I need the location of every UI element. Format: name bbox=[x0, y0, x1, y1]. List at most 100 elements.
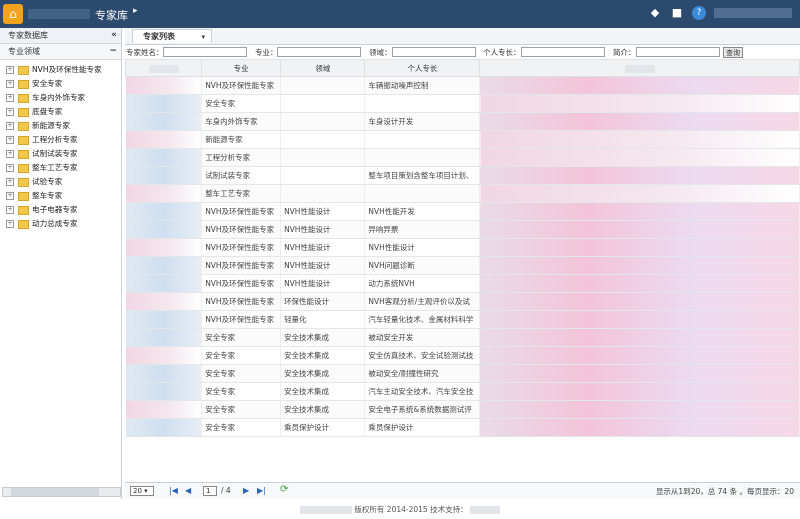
cell-major: 安全专家 bbox=[201, 418, 282, 437]
table-row[interactable]: 安全专家 安全技术集成 汽车主动安全技术、汽车安全技 bbox=[125, 382, 800, 401]
expand-icon[interactable]: + bbox=[6, 178, 14, 186]
page-size-select[interactable]: 20 ▾ bbox=[130, 486, 154, 496]
tree-item[interactable]: + 车身内外饰专家 bbox=[0, 91, 121, 105]
cell-skill[interactable] bbox=[364, 130, 481, 149]
table-row[interactable]: 安全专家 bbox=[125, 94, 800, 113]
cell-skill[interactable] bbox=[364, 148, 481, 167]
tree-item[interactable]: + 电子电器专家 bbox=[0, 203, 121, 217]
cell-skill[interactable]: 动力系统NVH bbox=[364, 274, 481, 293]
table-row[interactable]: NVH及环保性能专家 环保性能设计 NVH客观分析/主观评价以及试 bbox=[125, 292, 800, 311]
tree-item[interactable]: + NVH及环保性能专家 bbox=[0, 63, 121, 77]
table-row[interactable]: NVH及环保性能专家 车辆振动噪声控制 bbox=[125, 76, 800, 95]
table-row[interactable]: 安全专家 安全技术集成 被动安全/耐撞性研究 bbox=[125, 364, 800, 383]
expand-icon[interactable]: + bbox=[6, 150, 14, 158]
table-row[interactable]: 安全专家 安全技术集成 被动安全开发 bbox=[125, 328, 800, 347]
search-button[interactable]: 查询 bbox=[723, 47, 743, 58]
cell-skill[interactable]: NVH问题诊断 bbox=[364, 256, 481, 275]
subtitle-collapse-button[interactable]: − bbox=[109, 44, 117, 59]
cell-skill[interactable]: NVH客观分析/主观评价以及试 bbox=[364, 292, 481, 311]
cell-skill[interactable]: 安全电子系统&系统数据测试评 bbox=[364, 400, 481, 419]
cell-skill[interactable] bbox=[364, 94, 481, 113]
first-page-icon[interactable]: |◀ bbox=[169, 486, 178, 495]
expand-icon[interactable]: + bbox=[6, 66, 14, 74]
refresh-icon[interactable]: ⟳ bbox=[280, 484, 288, 495]
tree-item[interactable]: + 工程分析专家 bbox=[0, 133, 121, 147]
pager-info: 显示从1到20，总 74 条 。每页显示：20 bbox=[655, 487, 794, 496]
table-row[interactable]: NVH及环保性能专家 轻量化 汽车轻量化技术、金属材料科学 bbox=[125, 310, 800, 329]
cell-skill[interactable]: 异响异票 bbox=[364, 220, 481, 239]
expand-icon[interactable]: + bbox=[6, 80, 14, 88]
tag-icon[interactable]: ◆ bbox=[648, 6, 662, 20]
table-row[interactable]: 车身内外饰专家 车身设计开发 bbox=[125, 112, 800, 131]
cell-name-redacted bbox=[125, 256, 203, 275]
table-row[interactable]: NVH及环保性能专家 NVH性能设计 异响异票 bbox=[125, 220, 800, 239]
table-row[interactable]: 试制试装专家 整车项目策划含整车项目计划、 bbox=[125, 166, 800, 185]
tree-item[interactable]: + 整车工艺专家 bbox=[0, 161, 121, 175]
cell-skill[interactable]: NVH性能设计 bbox=[364, 238, 481, 257]
expand-icon[interactable]: + bbox=[6, 192, 14, 200]
table-row[interactable]: 安全专家 乘员保护设计 乘员保护设计 bbox=[125, 418, 800, 437]
table-row[interactable]: 安全专家 安全技术集成 安全电子系统&系统数据测试评 bbox=[125, 400, 800, 419]
major-input[interactable] bbox=[277, 47, 361, 57]
last-page-icon[interactable]: ▶| bbox=[257, 486, 266, 495]
cell-skill[interactable]: 安全仿真技术、安全试验测试技 bbox=[364, 346, 481, 365]
expand-icon[interactable]: + bbox=[6, 220, 14, 228]
horizontal-scrollbar[interactable] bbox=[2, 487, 121, 497]
table-row[interactable]: 工程分析专家 bbox=[125, 148, 800, 167]
cell-field: NVH性能设计 bbox=[280, 238, 366, 257]
cell-skill[interactable]: 整车项目策划含整车项目计划、 bbox=[364, 166, 481, 185]
table-row[interactable]: NVH及环保性能专家 NVH性能设计 NVH性能设计 bbox=[125, 238, 800, 257]
expand-icon[interactable]: + bbox=[6, 136, 14, 144]
tree-item[interactable]: + 底盘专家 bbox=[0, 105, 121, 119]
collapse-button[interactable]: « bbox=[111, 28, 117, 43]
cell-skill[interactable]: 汽车轻量化技术、金属材料科学 bbox=[364, 310, 481, 329]
cell-field bbox=[280, 184, 366, 203]
expand-icon[interactable]: + bbox=[6, 108, 14, 116]
field-input[interactable] bbox=[392, 47, 476, 57]
next-page-icon[interactable]: ▶ bbox=[243, 486, 249, 495]
table-row[interactable]: 整车工艺专家 bbox=[125, 184, 800, 203]
page-input[interactable]: 1 bbox=[203, 486, 217, 496]
cell-skill[interactable]: 乘员保护设计 bbox=[364, 418, 481, 437]
prev-page-icon[interactable]: ◀ bbox=[185, 486, 191, 495]
col-field-header[interactable]: 领域 bbox=[280, 59, 366, 77]
tab-expert-list[interactable]: 专家列表 ▾ bbox=[132, 29, 212, 43]
chevron-down-icon[interactable]: ▾ bbox=[201, 30, 205, 44]
cell-skill[interactable]: 车辆振动噪声控制 bbox=[364, 76, 481, 95]
col-skill-header[interactable]: 个人专长 bbox=[364, 59, 481, 77]
col-major-header[interactable]: 专业 bbox=[201, 59, 282, 77]
name-input[interactable] bbox=[163, 47, 247, 57]
chat-icon[interactable]: ■ bbox=[670, 6, 684, 20]
intro-input[interactable] bbox=[636, 47, 720, 57]
cell-skill[interactable]: 被动安全开发 bbox=[364, 328, 481, 347]
table-row[interactable]: NVH及环保性能专家 NVH性能设计 NVH性能开发 bbox=[125, 202, 800, 221]
user-info-redacted[interactable] bbox=[714, 8, 792, 18]
cell-skill[interactable]: 汽车主动安全技术、汽车安全技 bbox=[364, 382, 481, 401]
expand-icon[interactable]: + bbox=[6, 164, 14, 172]
cell-skill[interactable]: 车身设计开发 bbox=[364, 112, 481, 131]
table-row[interactable]: NVH及环保性能专家 NVH性能设计 NVH问题诊断 bbox=[125, 256, 800, 275]
app-title-caret-icon[interactable]: ▸ bbox=[133, 6, 138, 16]
help-icon[interactable]: ? bbox=[692, 6, 706, 20]
sidebar-title: 专家数据库 « bbox=[0, 28, 121, 44]
skill-input[interactable] bbox=[521, 47, 605, 57]
tree-item[interactable]: + 试验专家 bbox=[0, 175, 121, 189]
cell-intro-redacted bbox=[479, 382, 800, 401]
tree-item[interactable]: + 安全专家 bbox=[0, 77, 121, 91]
tree-item[interactable]: + 新能源专家 bbox=[0, 119, 121, 133]
table-row[interactable]: NVH及环保性能专家 NVH性能设计 动力系统NVH bbox=[125, 274, 800, 293]
expand-icon[interactable]: + bbox=[6, 94, 14, 102]
cell-field: 安全技术集成 bbox=[280, 328, 366, 347]
cell-skill[interactable] bbox=[364, 184, 481, 203]
expand-icon[interactable]: + bbox=[6, 206, 14, 214]
expand-icon[interactable]: + bbox=[6, 122, 14, 130]
table-row[interactable]: 新能源专家 bbox=[125, 130, 800, 149]
tree-item[interactable]: + 动力总成专家 bbox=[0, 217, 121, 231]
cell-skill[interactable]: NVH性能开发 bbox=[364, 202, 481, 221]
cell-major: 安全专家 bbox=[201, 400, 282, 419]
scrollbar-thumb[interactable] bbox=[11, 488, 99, 496]
tree-item[interactable]: + 试制试装专家 bbox=[0, 147, 121, 161]
table-row[interactable]: 安全专家 安全技术集成 安全仿真技术、安全试验测试技 bbox=[125, 346, 800, 365]
tree-item[interactable]: + 整车专家 bbox=[0, 189, 121, 203]
cell-skill[interactable]: 被动安全/耐撞性研究 bbox=[364, 364, 481, 383]
